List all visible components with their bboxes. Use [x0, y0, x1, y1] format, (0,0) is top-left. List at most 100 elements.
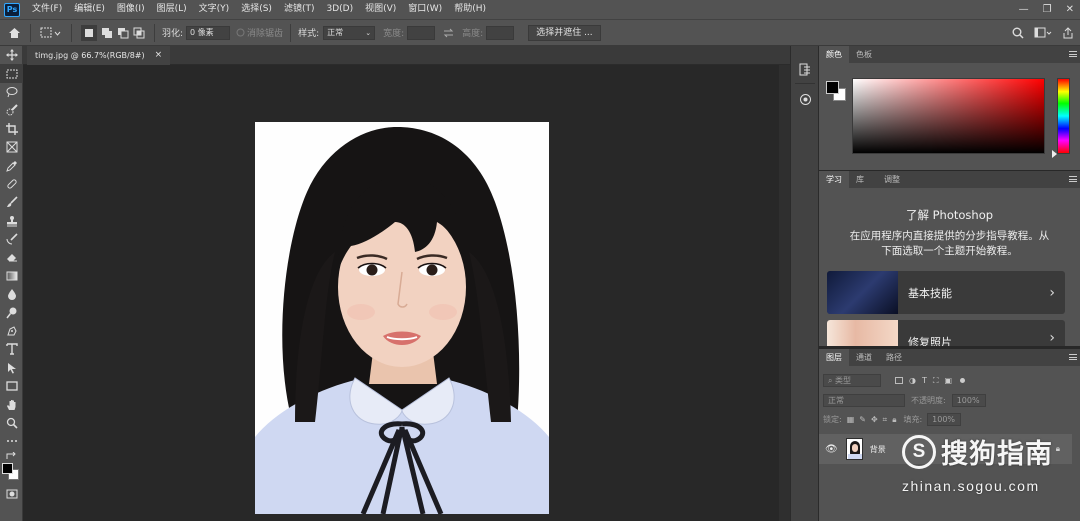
tab-channels[interactable]: 通道 — [849, 349, 879, 366]
tab-adjustments[interactable]: 调整 — [877, 171, 907, 188]
height-label: 高度: — [462, 29, 484, 39]
menu-select[interactable]: 选择(S) — [235, 0, 278, 19]
tutorial-card-fix-photo[interactable]: 修复照片 › — [827, 320, 1065, 346]
marquee-tool-icon[interactable] — [0, 64, 23, 83]
menu-window[interactable]: 窗口(W) — [402, 0, 448, 19]
style-select[interactable]: 正常 ⌄ — [323, 25, 376, 40]
menu-filter[interactable]: 滤镜(T) — [278, 0, 321, 19]
lock-all-icon[interactable]: 🔒︎ — [892, 415, 896, 425]
tab-paths[interactable]: 路径 — [879, 349, 909, 366]
shape-filter-icon[interactable]: ⛶ — [933, 376, 939, 386]
restore-icon[interactable]: ❐ — [1043, 4, 1052, 15]
tab-color[interactable]: 颜色 — [819, 46, 849, 63]
select-and-mask-button[interactable]: 选择并遮住 ... — [528, 24, 601, 41]
hue-slider-handle[interactable] — [1052, 150, 1057, 158]
tab-swatches[interactable]: 色板 — [849, 46, 879, 63]
menu-bar: Ps 文件(F) 编辑(E) 图像(I) 图层(L) 文字(Y) 选择(S) 滤… — [0, 0, 1080, 19]
fill-input[interactable]: 100% — [927, 413, 962, 426]
adjustment-filter-icon[interactable]: ◑ — [909, 376, 916, 385]
swap-dimensions-icon[interactable] — [443, 25, 454, 41]
smart-object-filter-icon[interactable]: ▣ — [944, 376, 952, 385]
dodge-tool-icon[interactable] — [0, 303, 23, 321]
hand-tool-icon[interactable] — [0, 395, 23, 413]
clone-stamp-tool-icon[interactable] — [0, 212, 23, 230]
minimize-icon[interactable]: — — [1019, 4, 1029, 15]
quick-select-tool-icon[interactable] — [0, 101, 23, 119]
panel-menu-icon[interactable] — [1069, 51, 1077, 57]
brush-tool-icon[interactable] — [0, 193, 23, 211]
foreground-background-swatches[interactable] — [0, 461, 23, 485]
menu-type[interactable]: 文字(Y) — [193, 0, 236, 19]
pen-tool-icon[interactable] — [0, 322, 23, 340]
add-selection-icon[interactable] — [101, 25, 113, 41]
tab-layers[interactable]: 图层 — [819, 349, 849, 366]
tab-libraries[interactable]: 库 — [849, 171, 871, 188]
panel-menu-icon[interactable] — [1069, 354, 1077, 360]
eyedropper-tool-icon[interactable] — [0, 156, 23, 174]
filter-toggle-icon[interactable] — [960, 378, 966, 383]
quick-mask-icon[interactable] — [0, 485, 23, 503]
swap-colors-icon[interactable] — [0, 451, 23, 461]
lock-image-icon[interactable]: ✎ — [859, 415, 866, 424]
antialias-checkbox[interactable] — [236, 25, 245, 41]
document-tab[interactable]: timg.jpg @ 66.7%(RGB/8#) × — [27, 46, 171, 65]
panel-menu-icon[interactable] — [1069, 176, 1077, 182]
home-icon[interactable] — [8, 25, 21, 41]
blur-tool-icon[interactable] — [0, 285, 23, 303]
lasso-tool-icon[interactable] — [0, 83, 23, 101]
close-icon[interactable]: ✕ — [1066, 4, 1074, 15]
rectangle-tool-icon[interactable] — [0, 377, 23, 395]
width-input[interactable] — [407, 25, 436, 40]
new-selection-icon[interactable] — [81, 24, 97, 41]
more-tools-icon[interactable] — [0, 432, 23, 450]
intersect-selection-icon[interactable] — [133, 25, 145, 41]
properties-panel-icon[interactable] — [799, 93, 812, 109]
crop-tool-icon[interactable] — [0, 120, 23, 138]
type-filter-icon[interactable]: T — [922, 376, 927, 385]
eraser-tool-icon[interactable] — [0, 248, 23, 266]
menu-edit[interactable]: 编辑(E) — [68, 0, 111, 19]
menu-image[interactable]: 图像(I) — [111, 0, 151, 19]
move-tool-icon[interactable] — [0, 46, 23, 64]
feather-input[interactable]: 0 像素 — [186, 25, 231, 40]
pixel-filter-icon[interactable] — [895, 377, 903, 384]
visibility-eye-icon[interactable]: 👁︎ — [825, 444, 838, 455]
subtract-selection-icon[interactable] — [117, 25, 129, 41]
color-saturation-field[interactable] — [852, 78, 1045, 154]
search-icon[interactable] — [1012, 25, 1024, 41]
canvas-scrollbar[interactable] — [779, 65, 790, 521]
menu-3d[interactable]: 3D(D) — [320, 0, 359, 19]
hue-slider[interactable] — [1057, 78, 1070, 154]
history-brush-tool-icon[interactable] — [0, 230, 23, 248]
zoom-tool-icon[interactable] — [0, 414, 23, 432]
learn-title: 了解 Photoshop — [905, 208, 994, 222]
tab-learn[interactable]: 学习 — [819, 171, 849, 188]
foreground-color-chip[interactable] — [826, 81, 839, 94]
menu-file[interactable]: 文件(F) — [26, 0, 68, 19]
layer-name: 背景 — [869, 444, 886, 454]
workspace-icon[interactable] — [1034, 25, 1052, 41]
tutorial-card-basic-skills[interactable]: 基本技能 › — [827, 271, 1065, 314]
history-panel-icon[interactable] — [799, 63, 811, 79]
foreground-color-swatch[interactable] — [2, 462, 13, 474]
share-icon[interactable] — [1062, 25, 1074, 41]
sogou-url: zhinan.sogou.com — [902, 478, 1040, 494]
chevron-right-icon: › — [1049, 330, 1055, 346]
close-tab-icon[interactable]: × — [155, 46, 163, 65]
frame-tool-icon[interactable] — [0, 138, 23, 156]
menu-view[interactable]: 视图(V) — [359, 0, 402, 19]
height-input[interactable] — [486, 25, 515, 40]
type-tool-icon[interactable] — [0, 340, 23, 358]
healing-brush-tool-icon[interactable] — [0, 175, 23, 193]
lock-transparent-icon[interactable]: ▦ — [847, 415, 855, 424]
path-selection-tool-icon[interactable] — [0, 359, 23, 377]
blend-mode-select[interactable]: 正常 — [823, 394, 905, 407]
menu-help[interactable]: 帮助(H) — [448, 0, 492, 19]
opacity-input[interactable]: 100% — [951, 394, 986, 407]
marquee-preset-icon[interactable] — [40, 25, 62, 41]
layer-filter-select[interactable]: ⌕ 类型 — [823, 374, 881, 387]
gradient-tool-icon[interactable] — [0, 267, 23, 285]
menu-layer[interactable]: 图层(L) — [151, 0, 193, 19]
lock-position-icon[interactable]: ✥ — [871, 415, 878, 424]
lock-artboard-icon[interactable]: ⌗ — [883, 415, 888, 425]
